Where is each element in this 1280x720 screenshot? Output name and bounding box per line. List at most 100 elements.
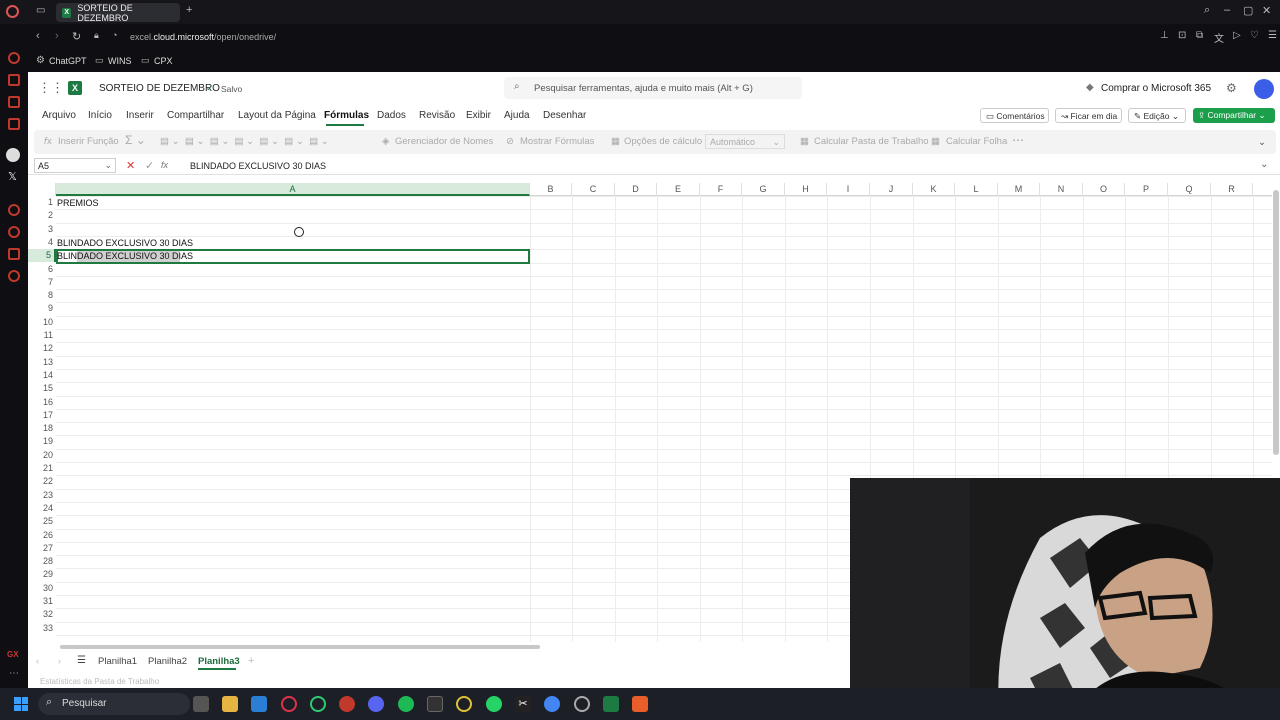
row-header-25[interactable]: 25	[28, 515, 56, 528]
row-header-21[interactable]: 21	[28, 462, 56, 475]
insert-function-button[interactable]: Inserir Função	[58, 136, 119, 147]
row-header-14[interactable]: 14	[28, 369, 56, 382]
vertical-scrollbar[interactable]	[1273, 190, 1279, 455]
column-header-m[interactable]: M	[998, 183, 1040, 196]
player-icon[interactable]	[8, 204, 20, 216]
row-header-30[interactable]: 30	[28, 582, 56, 595]
forward-icon[interactable]: ›	[55, 30, 59, 42]
lock-icon[interactable]: 🔒︎	[94, 30, 99, 41]
confirm-entry-icon[interactable]: ✓	[145, 159, 154, 172]
add-sheet-icon[interactable]: +	[248, 655, 254, 667]
column-header-p[interactable]: P	[1125, 183, 1168, 196]
back-icon[interactable]: ‹	[36, 30, 40, 42]
play-icon[interactable]: ▷	[1233, 30, 1241, 41]
cell-a1[interactable]: PREMIOS	[57, 197, 99, 210]
row-header-33[interactable]: 33	[28, 622, 56, 635]
pin-icon[interactable]: ⊥	[1160, 30, 1169, 41]
menu-inicio[interactable]: Início	[88, 110, 112, 121]
name-manager-button[interactable]: Gerenciador de Nomes	[395, 136, 493, 147]
column-header-k[interactable]: K	[913, 183, 955, 196]
row-header-29[interactable]: 29	[28, 568, 56, 581]
row-header-32[interactable]: 32	[28, 608, 56, 621]
column-header-h[interactable]: H	[785, 183, 827, 196]
ribbon-more-icon[interactable]: ⋯	[1012, 133, 1024, 147]
menu-dados[interactable]: Dados	[377, 110, 406, 121]
row-header-20[interactable]: 20	[28, 449, 56, 462]
name-box[interactable]: A5 ⌄	[34, 158, 116, 173]
gx-control-icon[interactable]: GX	[7, 650, 19, 659]
opera-icon[interactable]	[339, 696, 355, 712]
row-header-1[interactable]: 1	[28, 196, 56, 209]
capcut-icon[interactable]: ✂	[515, 696, 531, 712]
cancel-entry-icon[interactable]: ✕	[126, 159, 135, 172]
menu-formulas[interactable]: Fórmulas	[324, 110, 369, 121]
horizontal-scrollbar[interactable]	[60, 645, 540, 649]
calc-options-button[interactable]: Opções de cálculo	[624, 136, 702, 147]
menu-desenhar[interactable]: Desenhar	[543, 110, 586, 121]
row-header-23[interactable]: 23	[28, 489, 56, 502]
translate-icon[interactable]: 文	[1214, 30, 1224, 45]
column-header-c[interactable]: C	[572, 183, 615, 196]
column-header-q[interactable]: Q	[1168, 183, 1211, 196]
row-header-18[interactable]: 18	[28, 422, 56, 435]
file-explorer-icon[interactable]	[222, 696, 238, 712]
menu-inserir[interactable]: Inserir	[126, 110, 154, 121]
column-header-n[interactable]: N	[1040, 183, 1083, 196]
bookmark-chatgpt[interactable]: ChatGPT	[49, 56, 87, 66]
menu-layout-pagina[interactable]: Layout da Página	[238, 110, 316, 121]
reload-icon[interactable]: ↻	[72, 30, 81, 43]
upwork-icon[interactable]	[310, 696, 326, 712]
row-header-6[interactable]: 6	[28, 263, 56, 276]
column-header-i[interactable]: I	[827, 183, 870, 196]
menu-arquivo[interactable]: Arquivo	[42, 110, 76, 121]
row-header-4[interactable]: 4	[28, 236, 56, 249]
menu-ajuda[interactable]: Ajuda	[504, 110, 530, 121]
extensions-sidebar-icon[interactable]	[8, 248, 20, 260]
row-header-24[interactable]: 24	[28, 502, 56, 515]
row-header-8[interactable]: 8	[28, 289, 56, 302]
user-avatar[interactable]	[1254, 79, 1274, 99]
row-header-28[interactable]: 28	[28, 555, 56, 568]
history-icon[interactable]	[8, 226, 20, 238]
editing-mode-button[interactable]: ✎ Edição ⌄	[1128, 108, 1186, 123]
heart-icon[interactable]: ♡	[1250, 30, 1259, 41]
close-window-icon[interactable]: ✕	[1262, 4, 1271, 17]
store-icon[interactable]	[251, 696, 267, 712]
row-header-15[interactable]: 15	[28, 382, 56, 395]
column-header-d[interactable]: D	[615, 183, 657, 196]
new-tab-plus-icon[interactable]: +	[186, 4, 192, 16]
column-header-f[interactable]: F	[700, 183, 742, 196]
next-sheet-icon[interactable]: ›	[58, 656, 61, 666]
whatsapp-icon[interactable]	[486, 696, 502, 712]
url-text[interactable]: excel.cloud.microsoft/open/onedrive/	[130, 32, 276, 42]
select-all-corner[interactable]	[28, 183, 56, 196]
site-settings-icon[interactable]: ◔	[112, 30, 117, 40]
column-header-e[interactable]: E	[657, 183, 700, 196]
search-box[interactable]: ⌕ Pesquisar ferramentas, ajuda e muito m…	[504, 77, 802, 99]
windows-start-icon[interactable]	[14, 697, 28, 711]
settings-sidebar-icon[interactable]	[8, 270, 20, 282]
opera-gx-logo-icon[interactable]	[6, 5, 19, 18]
share-button[interactable]: ⇪ Compartilhar ⌄	[1193, 108, 1275, 123]
autosum-icon[interactable]: Σ ⌄	[125, 133, 146, 147]
column-header-r[interactable]: R	[1211, 183, 1253, 196]
excel-logo-icon[interactable]: X	[68, 81, 82, 95]
browser-tab-active[interactable]: X SORTEIO DE DEZEMBRO	[56, 3, 180, 23]
excel-taskbar-icon[interactable]	[603, 696, 619, 712]
calc-mode-select[interactable]: Automático ⌄	[705, 134, 785, 149]
ribbon-collapse-icon[interactable]: ⌄	[1258, 137, 1266, 148]
workbook-title[interactable]: SORTEIO DE DEZEMBRO	[99, 83, 220, 94]
chrome-icon[interactable]	[544, 696, 560, 712]
taskbar-search-box[interactable]: ⌕ Pesquisar	[38, 693, 190, 715]
column-header-l[interactable]: L	[955, 183, 998, 196]
column-header-a[interactable]: A	[56, 183, 530, 196]
discord-icon[interactable]	[368, 696, 384, 712]
opera-gx-taskbar-icon[interactable]	[281, 696, 297, 712]
row-header-13[interactable]: 13	[28, 356, 56, 369]
extensions-icon[interactable]: ⧉	[1196, 30, 1203, 41]
snapshot-icon[interactable]: ⊡	[1178, 30, 1186, 41]
sheet-tab-planilha1[interactable]: Planilha1	[98, 656, 137, 667]
gx-corner-icon[interactable]	[8, 52, 20, 64]
x-twitter-icon[interactable]: 𝕏	[8, 170, 17, 183]
row-header-16[interactable]: 16	[28, 396, 56, 409]
